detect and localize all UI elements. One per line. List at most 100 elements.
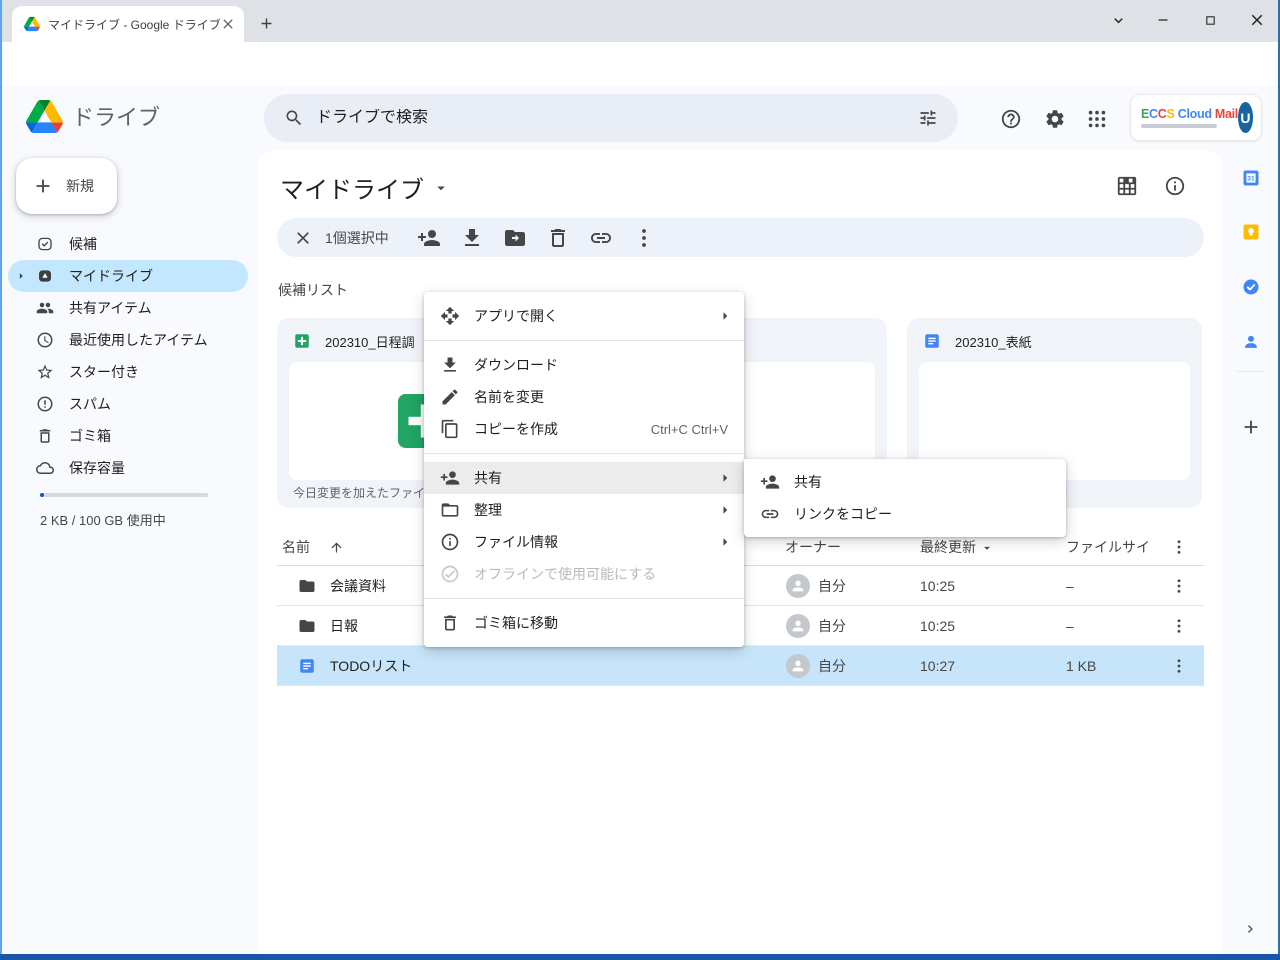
column-name[interactable]: 名前 bbox=[282, 528, 310, 566]
person-icon bbox=[790, 658, 806, 674]
clear-selection-icon[interactable] bbox=[293, 228, 313, 248]
browser-tab[interactable]: マイドライブ - Google ドライブ bbox=[12, 6, 244, 42]
sidebar-item-my-drive[interactable]: マイドライブ bbox=[8, 260, 248, 292]
add-apps-icon[interactable] bbox=[1240, 416, 1262, 438]
plus-icon bbox=[258, 15, 275, 32]
submenu-item-copy-link[interactable]: リンクをコピー bbox=[744, 498, 1066, 530]
search-icon bbox=[284, 108, 304, 128]
sidebar-item-spam[interactable]: スパム bbox=[8, 388, 248, 420]
selection-count: 1個選択中 bbox=[325, 228, 389, 248]
folder-icon bbox=[298, 617, 316, 635]
owner-avatar bbox=[786, 614, 810, 638]
menu-item-download[interactable]: ダウンロード bbox=[424, 349, 744, 381]
tab-close-icon[interactable] bbox=[220, 16, 236, 32]
column-size[interactable]: ファイルサイズ bbox=[1066, 528, 1150, 566]
sheets-file-icon bbox=[293, 332, 311, 350]
new-tab-button[interactable] bbox=[254, 11, 278, 35]
contacts-app-icon[interactable] bbox=[1241, 332, 1261, 352]
owner-avatar bbox=[786, 574, 810, 598]
organize-folder-icon bbox=[440, 500, 460, 520]
brand-subtitle bbox=[1141, 124, 1217, 128]
submenu-arrow-icon bbox=[716, 469, 734, 487]
trash-icon bbox=[440, 613, 460, 633]
row-more-actions-icon[interactable] bbox=[1170, 617, 1188, 635]
suggested-icon bbox=[36, 235, 54, 253]
search-input[interactable] bbox=[316, 109, 918, 127]
tasks-app-icon[interactable] bbox=[1241, 277, 1261, 297]
tab-search-button[interactable] bbox=[1103, 5, 1133, 35]
offline-icon bbox=[440, 564, 460, 584]
download-icon[interactable] bbox=[460, 226, 484, 250]
menu-item-open-with[interactable]: アプリで開く bbox=[424, 300, 744, 332]
new-button-label: 新規 bbox=[66, 176, 94, 196]
close-icon bbox=[1248, 11, 1266, 29]
move-to-folder-icon[interactable] bbox=[503, 226, 527, 250]
copy-link-icon[interactable] bbox=[589, 226, 613, 250]
menu-divider bbox=[424, 340, 744, 341]
window-close-button[interactable] bbox=[1242, 5, 1272, 35]
sidebar-item-trash[interactable]: ゴミ箱 bbox=[8, 420, 248, 452]
help-icon[interactable] bbox=[1000, 108, 1022, 130]
settings-gear-icon[interactable] bbox=[1044, 108, 1066, 130]
sidebar-item-shared[interactable]: 共有アイテム bbox=[8, 292, 248, 324]
trash-icon[interactable] bbox=[546, 226, 570, 250]
menu-divider bbox=[424, 598, 744, 599]
menu-item-make-copy[interactable]: コピーを作成 Ctrl+C Ctrl+V bbox=[424, 413, 744, 445]
window-border-left bbox=[0, 0, 2, 954]
share-submenu: 共有 リンクをコピー bbox=[744, 459, 1066, 537]
menu-item-file-info[interactable]: ファイル情報 bbox=[424, 526, 744, 558]
share-person-add-icon[interactable] bbox=[417, 226, 441, 250]
sidebar-item-suggested[interactable]: 候補 bbox=[8, 228, 248, 260]
expand-arrow-icon[interactable] bbox=[14, 269, 28, 283]
grid-view-icon[interactable] bbox=[1116, 175, 1138, 197]
sidebar-item-recent[interactable]: 最近使用したアイテム bbox=[8, 324, 248, 356]
window-maximize-button[interactable] bbox=[1195, 5, 1225, 35]
keyboard-shortcut: Ctrl+C Ctrl+V bbox=[651, 422, 728, 437]
search-bar[interactable] bbox=[264, 94, 958, 142]
storage-usage-text: 2 KB / 100 GB 使用中 bbox=[40, 510, 166, 529]
organization-brand: ECCS Cloud Mail bbox=[1141, 107, 1238, 128]
docs-file-icon bbox=[298, 657, 316, 675]
suggestions-section-label: 候補リスト bbox=[278, 280, 348, 300]
calendar-app-icon[interactable] bbox=[1241, 168, 1261, 188]
keep-app-icon[interactable] bbox=[1241, 222, 1261, 242]
row-more-actions-icon[interactable] bbox=[1170, 657, 1188, 675]
storage-progress-bar bbox=[40, 493, 208, 497]
menu-item-share[interactable]: 共有 bbox=[424, 462, 744, 494]
search-options-icon[interactable] bbox=[918, 108, 938, 128]
menu-item-organize[interactable]: 整理 bbox=[424, 494, 744, 526]
share-person-add-icon bbox=[440, 468, 460, 488]
open-with-icon bbox=[440, 306, 460, 326]
menu-item-move-to-trash[interactable]: ゴミ箱に移動 bbox=[424, 607, 744, 639]
info-icon bbox=[440, 532, 460, 552]
page-title-dropdown[interactable]: マイドライブ bbox=[280, 170, 450, 205]
submenu-arrow-icon bbox=[716, 307, 734, 325]
sidebar-item-storage[interactable]: 保存容量 bbox=[8, 452, 248, 484]
app-name: ドライブ bbox=[72, 102, 160, 134]
new-button[interactable]: 新規 bbox=[16, 158, 117, 214]
account-badge[interactable]: ECCS Cloud Mail U bbox=[1130, 94, 1262, 141]
window-minimize-button[interactable] bbox=[1148, 5, 1178, 35]
account-avatar[interactable]: U bbox=[1238, 102, 1253, 133]
sort-ascending-icon[interactable] bbox=[329, 540, 344, 555]
sidebar-item-starred[interactable]: スター付き bbox=[8, 356, 248, 388]
menu-item-rename[interactable]: 名前を変更 bbox=[424, 381, 744, 413]
tab-title: マイドライブ - Google ドライブ bbox=[48, 16, 220, 33]
google-apps-icon[interactable] bbox=[1086, 108, 1108, 130]
submenu-item-share[interactable]: 共有 bbox=[744, 466, 1066, 498]
copy-icon bbox=[440, 419, 460, 439]
sort-descending-icon[interactable] bbox=[980, 541, 994, 555]
details-info-icon[interactable] bbox=[1164, 175, 1186, 197]
dropdown-caret-icon bbox=[432, 179, 450, 197]
page-title: マイドライブ bbox=[280, 170, 424, 205]
minimize-icon bbox=[1154, 11, 1172, 29]
my-drive-icon bbox=[36, 267, 54, 285]
submenu-arrow-icon bbox=[716, 533, 734, 551]
hide-side-panel-icon[interactable] bbox=[1242, 920, 1260, 938]
trash-icon bbox=[36, 427, 54, 445]
more-actions-icon[interactable] bbox=[632, 226, 656, 250]
row-more-actions-icon[interactable] bbox=[1170, 577, 1188, 595]
file-row-selected[interactable]: TODOリスト 自分 10:27 1 KB bbox=[277, 646, 1204, 686]
column-options-icon[interactable] bbox=[1170, 538, 1188, 556]
owner-avatar bbox=[786, 654, 810, 678]
